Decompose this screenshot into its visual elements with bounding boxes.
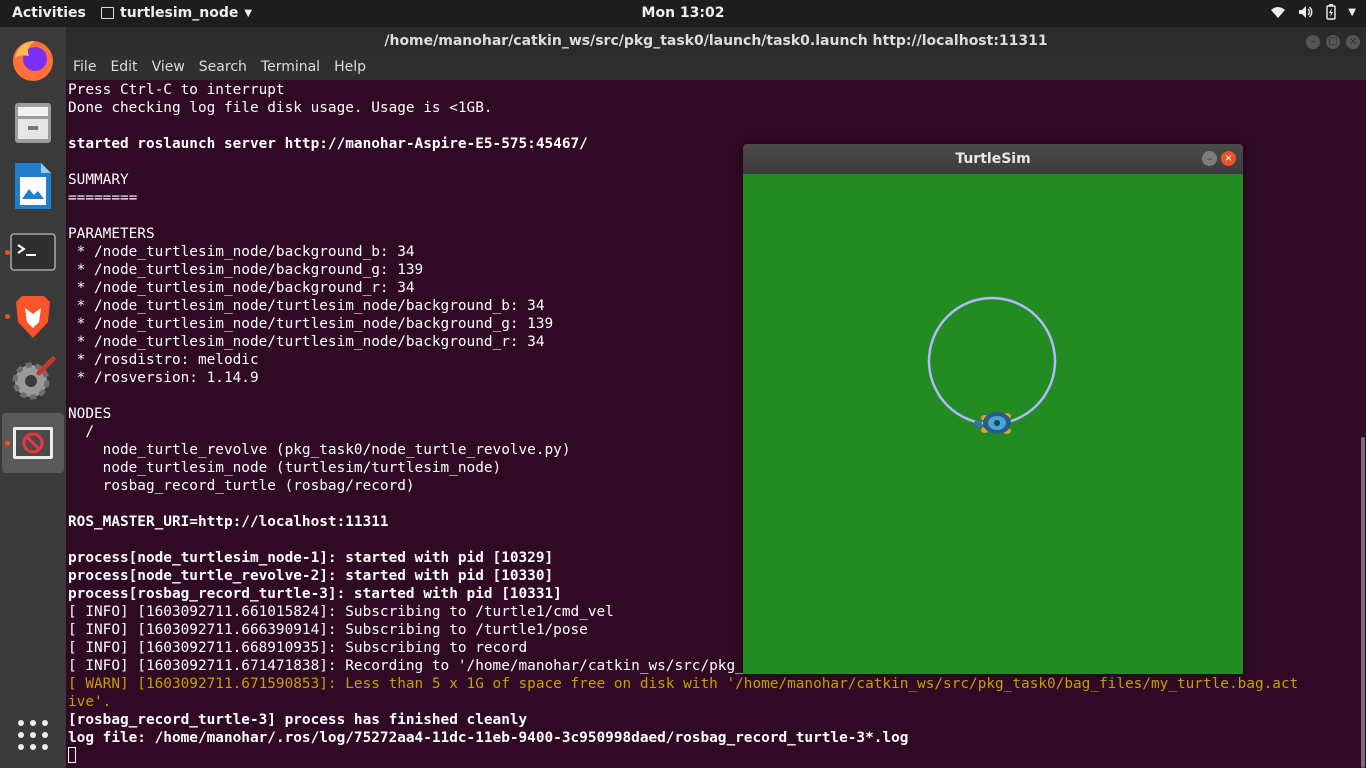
app-menu-label: turtlesim_node xyxy=(120,5,239,21)
battery-icon xyxy=(1326,4,1336,20)
close-button[interactable]: × xyxy=(1346,35,1360,49)
turtlesim-canvas xyxy=(743,174,1243,674)
menu-help[interactable]: Help xyxy=(327,56,373,80)
system-tray[interactable]: ▼ xyxy=(1270,4,1356,20)
brave-lion-icon xyxy=(16,296,50,338)
terminal-titlebar[interactable]: /home/manohar/catkin_ws/src/pkg_task0/la… xyxy=(66,27,1366,56)
running-indicator xyxy=(5,314,10,319)
terminal-line: ive'. xyxy=(68,694,112,710)
clock[interactable]: Mon 13:02 xyxy=(642,5,725,21)
terminal-app-icon xyxy=(101,7,114,19)
terminal-line: Done checking log file disk usage. Usage… xyxy=(68,100,493,116)
turtlesim-launcher[interactable] xyxy=(2,413,64,473)
terminal-prompt[interactable] xyxy=(68,747,1298,765)
chevron-down-icon: ▼ xyxy=(1348,6,1356,18)
chevron-down-icon: ▼ xyxy=(244,7,253,19)
menu-search[interactable]: Search xyxy=(192,56,254,80)
terminal-line: log file: /home/manohar/.ros/log/75272aa… xyxy=(68,730,909,746)
activities-button[interactable]: Activities xyxy=(12,5,86,21)
terminal-line: [rosbag_record_turtle-3] process has fin… xyxy=(68,712,528,728)
no-entry-icon xyxy=(13,427,53,459)
minimize-button[interactable]: – xyxy=(1306,35,1320,49)
gear-wrench-icon xyxy=(12,356,56,400)
turtlesim-titlebar[interactable]: TurtleSim xyxy=(743,144,1243,174)
files-launcher[interactable] xyxy=(2,93,64,153)
terminal-cursor xyxy=(68,747,76,763)
minimize-button[interactable]: – xyxy=(1202,151,1217,166)
running-indicator xyxy=(5,250,10,255)
brave-launcher[interactable] xyxy=(2,286,64,346)
menu-terminal[interactable]: Terminal xyxy=(254,56,327,80)
terminal-line: Press Ctrl-C to interrupt xyxy=(68,82,285,98)
file-cabinet-icon xyxy=(15,103,51,143)
writer-launcher[interactable] xyxy=(2,156,64,216)
terminal-title: /home/manohar/catkin_ws/src/pkg_task0/la… xyxy=(384,33,1048,49)
document-icon xyxy=(15,163,51,209)
scrollbar-thumb[interactable] xyxy=(1361,437,1365,768)
terminal-icon xyxy=(10,233,56,271)
app-menu[interactable]: turtlesim_node ▼ xyxy=(101,5,252,21)
menu-edit[interactable]: Edit xyxy=(103,56,144,80)
menu-file[interactable]: File xyxy=(66,56,103,80)
close-button[interactable]: × xyxy=(1221,151,1236,166)
maximize-button[interactable]: □ xyxy=(1326,35,1340,49)
firefox-launcher[interactable] xyxy=(2,30,64,90)
menu-view[interactable]: View xyxy=(145,56,192,80)
top-bar: Activities turtlesim_node ▼ Mon 13:02 ▼ xyxy=(0,0,1366,27)
wifi-icon xyxy=(1271,7,1286,18)
show-applications-icon xyxy=(18,720,48,750)
firefox-icon xyxy=(13,41,53,81)
terminal-line: [ WARN] [1603092711.671590853]: Less tha… xyxy=(68,676,1299,692)
software-settings-launcher[interactable] xyxy=(2,349,64,409)
running-indicator xyxy=(5,441,10,446)
turtlesim-window: TurtleSim – × xyxy=(743,144,1243,674)
volume-icon xyxy=(1299,6,1313,18)
show-applications-button[interactable] xyxy=(2,705,64,765)
dock xyxy=(0,27,66,768)
terminal-menubar: File Edit View Search Terminal Help xyxy=(66,56,1366,80)
terminal-launcher[interactable] xyxy=(2,222,64,282)
